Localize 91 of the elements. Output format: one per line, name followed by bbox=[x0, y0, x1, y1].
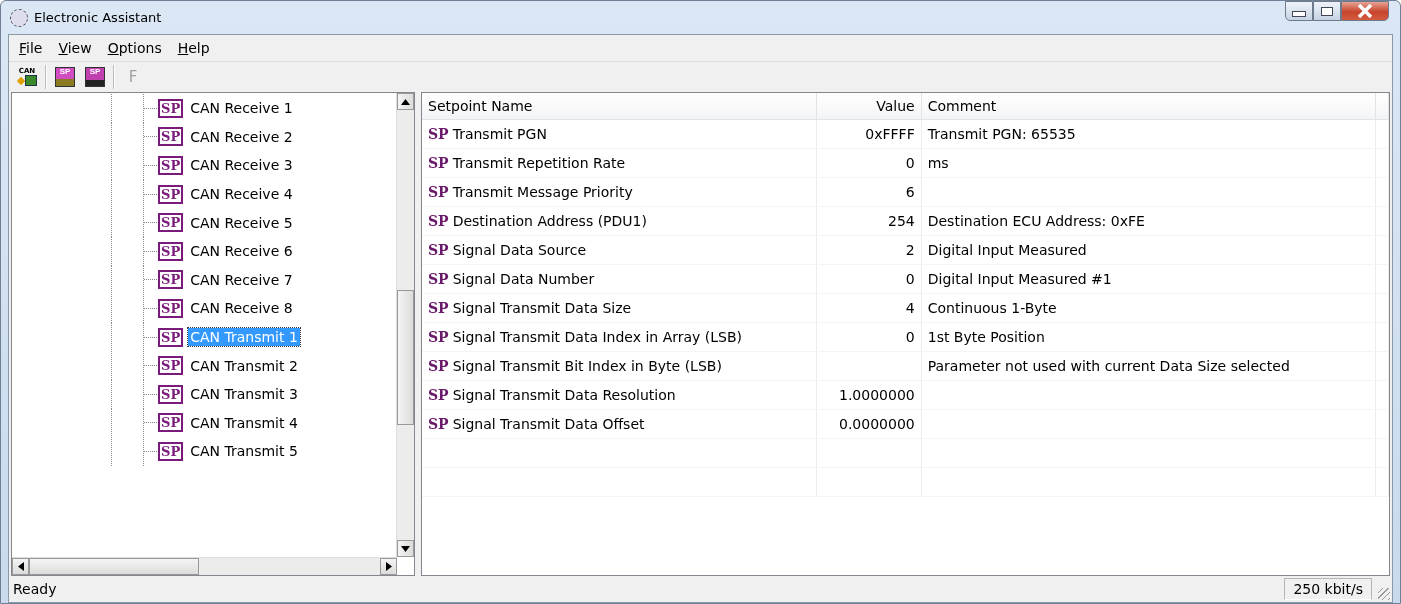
scroll-left-icon bbox=[17, 562, 24, 571]
setpoint-prefix-label: SP bbox=[428, 184, 449, 200]
table-cell: Parameter not used with current Data Size selected bbox=[927, 358, 1290, 374]
table-cell: Destination ECU Address: 0xFE bbox=[927, 213, 1145, 229]
tree-item[interactable]: CAN Receive 1 bbox=[188, 99, 295, 118]
open-button[interactable]: SP bbox=[53, 65, 77, 89]
close-button[interactable] bbox=[1341, 1, 1389, 21]
table-cell: 0 bbox=[905, 271, 915, 287]
window-title: Electronic Assistant bbox=[34, 10, 163, 25]
tree-item[interactable]: CAN Receive 7 bbox=[188, 270, 295, 289]
setpoint-prefix-label: SP bbox=[428, 358, 449, 374]
table-cell: Transmit Message Priority bbox=[452, 184, 633, 200]
tree-item[interactable]: CAN Transmit 4 bbox=[188, 413, 300, 432]
vertical-scrollbar[interactable] bbox=[396, 93, 414, 557]
tree-item[interactable]: CAN Receive 6 bbox=[188, 242, 295, 261]
setpoint-prefix-label: SP bbox=[428, 271, 449, 287]
menu-item[interactable]: Help bbox=[169, 38, 218, 58]
tree-item[interactable]: CAN Receive 3 bbox=[188, 156, 295, 175]
scroll-thumb[interactable] bbox=[397, 290, 414, 425]
table-cell: ms bbox=[927, 155, 949, 171]
tree-item[interactable]: CAN Receive 8 bbox=[188, 299, 295, 318]
scroll-right-icon bbox=[385, 562, 392, 571]
menu-item[interactable]: Options bbox=[99, 38, 170, 58]
setpoint-badge: SP bbox=[158, 298, 184, 318]
column-header[interactable]: Setpoint Name bbox=[422, 93, 817, 120]
menu-item[interactable]: View bbox=[50, 38, 100, 58]
table-cell: 2 bbox=[905, 242, 915, 258]
table-cell: Transmit PGN: 65535 bbox=[927, 126, 1076, 142]
maximize-button[interactable] bbox=[1313, 1, 1341, 21]
resize-grip-icon bbox=[1378, 588, 1390, 600]
setpoint-badge: SP bbox=[158, 413, 184, 433]
table-cell: Destination Address (PDU1) bbox=[452, 213, 647, 229]
tree-item[interactable]: CAN Transmit 3 bbox=[188, 385, 300, 404]
tree-item[interactable]: CAN Receive 5 bbox=[188, 213, 295, 232]
table-cell: 4 bbox=[905, 300, 915, 316]
column-header[interactable]: Value bbox=[816, 93, 922, 120]
table-cell: Signal Data Number bbox=[452, 271, 595, 287]
table-cell: Continuous 1-Byte bbox=[927, 300, 1057, 316]
setpoint-prefix-label: SP bbox=[428, 300, 449, 316]
scroll-thumb[interactable] bbox=[29, 558, 199, 575]
setpoint-badge: SP bbox=[158, 441, 184, 461]
setpoint-badge: SP bbox=[158, 356, 184, 376]
minimize-button[interactable] bbox=[1285, 1, 1313, 21]
setpoint-badge: SP bbox=[158, 127, 184, 147]
setpoint-prefix-label: SP bbox=[428, 155, 449, 171]
table-cell: Signal Transmit Data Size bbox=[452, 300, 632, 316]
save-button[interactable]: SP bbox=[83, 65, 107, 89]
tree-item[interactable]: CAN Transmit 5 bbox=[188, 442, 300, 461]
table-cell: 0 bbox=[905, 329, 915, 345]
app-logo-icon bbox=[10, 8, 28, 27]
table-cell: Signal Data Source bbox=[452, 242, 587, 258]
table-cell: 1.0000000 bbox=[839, 387, 915, 403]
setpoint-badge: SP bbox=[158, 384, 184, 404]
setpoint-badge: SP bbox=[158, 213, 184, 233]
setpoint-prefix-label: SP bbox=[428, 387, 449, 403]
tree-item[interactable]: CAN Receive 4 bbox=[188, 185, 295, 204]
table-cell: Signal Transmit Data Offset bbox=[452, 416, 645, 432]
table-cell: 1st Byte Position bbox=[927, 329, 1045, 345]
table-cell: Transmit Repetition Rate bbox=[452, 155, 626, 171]
table-cell: Signal Transmit Bit Index in Byte (LSB) bbox=[452, 358, 722, 374]
setpoint-badge: SP bbox=[158, 270, 184, 290]
menu-item[interactable]: File bbox=[11, 38, 51, 58]
setpoint-prefix-label: SP bbox=[428, 242, 449, 258]
close-icon bbox=[1357, 4, 1373, 18]
table-cell: Digital Input Measured bbox=[927, 242, 1087, 258]
table-cell: Transmit PGN bbox=[452, 126, 547, 142]
setpoint-prefix-label: SP bbox=[428, 329, 449, 345]
setpoint-badge: SP bbox=[158, 98, 184, 118]
setpoint-badge: SP bbox=[158, 156, 184, 175]
tree-item[interactable]: CAN Transmit 2 bbox=[188, 356, 300, 375]
table-cell: Signal Transmit Data Resolution bbox=[452, 387, 676, 403]
status-text: Ready bbox=[13, 581, 58, 597]
table-cell: 0.0000000 bbox=[839, 416, 915, 432]
table-cell: 0 bbox=[905, 155, 915, 171]
scroll-down-icon bbox=[401, 545, 410, 552]
baud-rate-indicator: 250 kbit/s bbox=[1284, 578, 1372, 600]
table-cell: 0xFFFF bbox=[865, 126, 915, 142]
setpoint-prefix-label: SP bbox=[428, 416, 449, 432]
setpoint-prefix-label: SP bbox=[428, 213, 449, 229]
setpoint-prefix-label: SP bbox=[428, 126, 449, 142]
scroll-up-icon bbox=[401, 98, 410, 105]
table-cell: Digital Input Measured #1 bbox=[927, 271, 1112, 287]
setpoint-badge: SP bbox=[158, 241, 184, 261]
column-header[interactable]: Comment bbox=[921, 93, 1376, 120]
horizontal-scrollbar[interactable] bbox=[12, 557, 397, 575]
setpoint-badge: SP bbox=[158, 327, 184, 347]
tree-item[interactable]: CAN Receive 2 bbox=[188, 127, 295, 146]
table-cell: 254 bbox=[888, 213, 915, 229]
setpoint-badge: SP bbox=[158, 184, 184, 204]
table-cell: 6 bbox=[905, 184, 915, 200]
table-cell: Signal Transmit Data Index in Array (LSB) bbox=[452, 329, 742, 345]
